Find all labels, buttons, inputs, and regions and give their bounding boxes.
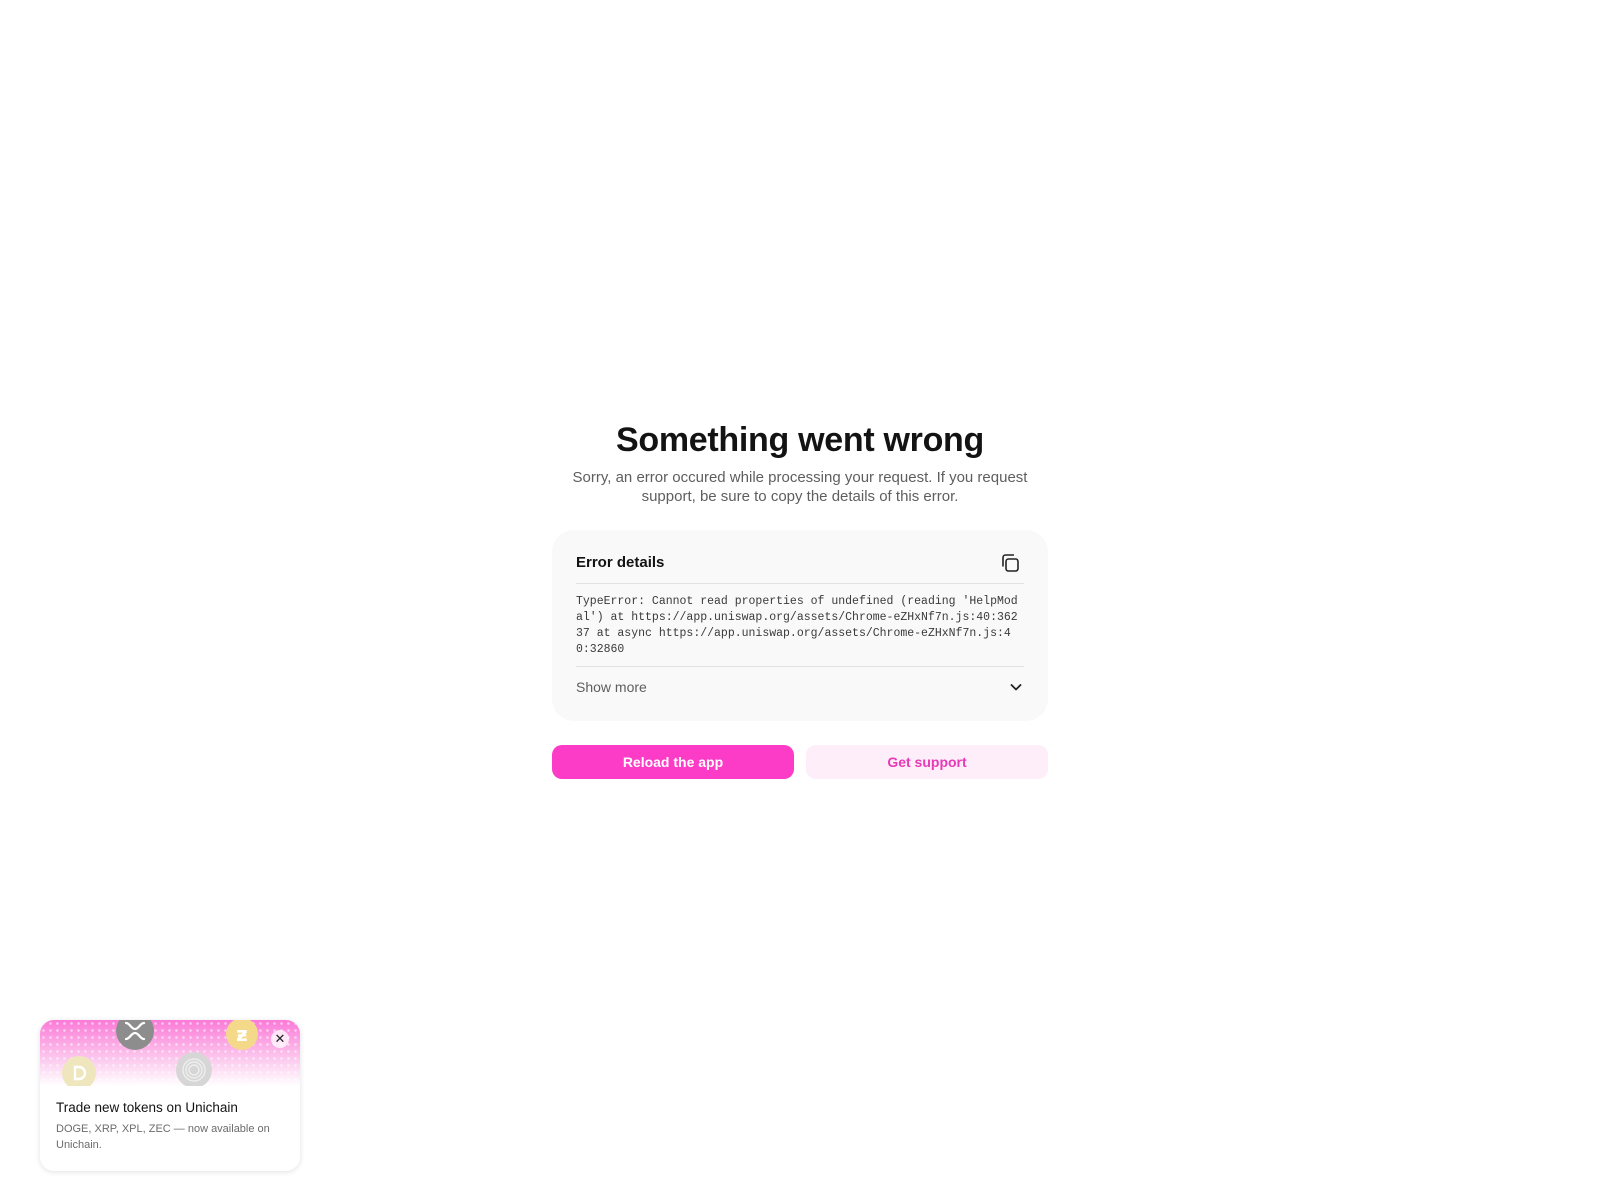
show-more-label: Show more	[576, 679, 647, 695]
copy-icon[interactable]	[996, 549, 1024, 577]
chevron-down-icon	[1008, 679, 1024, 695]
error-details-header: Error details	[576, 548, 1024, 584]
error-title: Something went wrong	[616, 421, 984, 459]
show-more-toggle[interactable]: Show more	[576, 675, 1024, 699]
error-container: Something went wrong Sorry, an error occ…	[552, 418, 1048, 779]
get-support-button[interactable]: Get support	[806, 745, 1048, 779]
promo-description: DOGE, XRP, XPL, ZEC — now available on U…	[56, 1123, 270, 1151]
doge-coin-icon	[62, 1056, 96, 1086]
unichain-promo-toast[interactable]: ƶ ✕ Trade new tokens on Unichain DOGE, X…	[40, 1020, 300, 1171]
error-subtitle: Sorry, an error occured while processing…	[572, 469, 1028, 505]
error-details-title: Error details	[576, 554, 665, 571]
promo-title: Trade new tokens on Unichain	[56, 1100, 238, 1115]
error-details-card: Error details TypeError: Cannot read pro…	[552, 530, 1048, 721]
error-stack-trace: TypeError: Cannot read properties of und…	[576, 594, 1024, 667]
promo-body: Trade new tokens on Unichain DOGE, XRP, …	[40, 1086, 300, 1153]
reload-app-button[interactable]: Reload the app	[552, 745, 794, 779]
xpl-coin-icon	[176, 1052, 212, 1086]
close-icon[interactable]: ✕	[271, 1030, 289, 1048]
xrp-coin-icon	[116, 1020, 154, 1050]
error-page: Something went wrong Sorry, an error occ…	[0, 0, 1600, 1200]
zec-coin-icon: ƶ	[226, 1020, 258, 1050]
promo-banner: ƶ ✕	[40, 1020, 300, 1086]
error-actions: Reload the app Get support	[552, 745, 1048, 779]
